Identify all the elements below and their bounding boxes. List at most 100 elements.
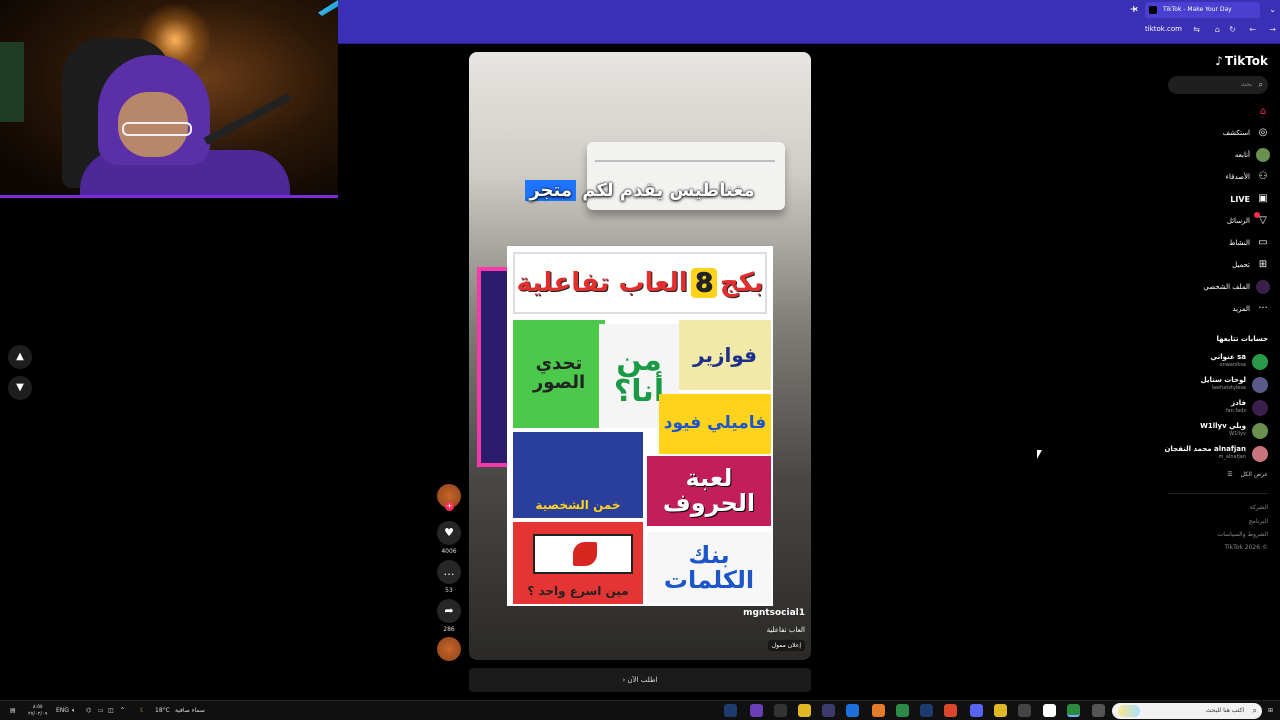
back-arrow-icon[interactable]: ← (1249, 25, 1256, 34)
reload-icon[interactable]: ↻ (1229, 25, 1236, 34)
xbox-app-icon[interactable] (774, 704, 787, 717)
avatar (1252, 423, 1268, 439)
nav-label: الملف الشخصي (1203, 283, 1250, 291)
app-icon[interactable] (944, 704, 957, 717)
account-item[interactable]: محمد النفجان alnafjan m_alnafjan (1158, 445, 1268, 463)
app-icon[interactable] (822, 704, 835, 717)
file-explorer-icon[interactable] (994, 704, 1007, 717)
next-video-button[interactable]: ▼ (8, 376, 32, 400)
app-icon[interactable] (872, 704, 885, 717)
nav-explore[interactable]: استكشف ◎ (1223, 124, 1270, 142)
steam-app-icon[interactable] (724, 704, 737, 717)
nav-profile[interactable]: الملف الشخصي (1203, 278, 1270, 296)
clock-date: ٢٧/٠٢/٠٩ (28, 711, 48, 717)
footer-link[interactable]: البرنامج (1249, 518, 1268, 525)
app-icon[interactable] (750, 704, 763, 717)
avatar (1252, 354, 1268, 370)
network-icon[interactable]: ⌬ (86, 704, 91, 718)
app-icon[interactable] (896, 704, 909, 717)
chrome-app-icon[interactable] (1067, 704, 1080, 717)
nav-friends[interactable]: الأصدقاء ⚇ (1226, 168, 1270, 186)
webcam-monitor (0, 42, 24, 122)
mouse-cursor (1037, 450, 1042, 459)
following-accounts-title: حسابات تتابعها (1216, 335, 1268, 343)
home-button-icon[interactable]: ⌂ (1215, 25, 1220, 34)
see-all-label: عرض الكل (1240, 471, 1268, 478)
moon-icon: ☾ (140, 707, 146, 714)
weather-desc[interactable]: سماء صافية (175, 704, 205, 718)
comment-button[interactable]: … 53 (436, 560, 462, 594)
account-handle: W1llyv (1229, 431, 1246, 437)
webcam-glasses (122, 122, 192, 136)
sidebar-divider (1168, 493, 1268, 494)
nav-live[interactable]: LIVE ▣ (1230, 190, 1270, 208)
notion-app-icon[interactable] (1043, 704, 1056, 717)
weather-temp[interactable]: 18°C (155, 704, 170, 718)
like-count: 4006 (441, 548, 457, 555)
poster-title: بكج 8 العاب تفاعلية (513, 252, 767, 314)
chevron-up-icon: ▲ (16, 351, 24, 362)
task-view-icon[interactable] (1092, 704, 1105, 717)
nav-upload[interactable]: تحميل ⊞ (1232, 256, 1270, 274)
tray-chevron-icon[interactable]: ^ (120, 704, 125, 718)
app-icon[interactable] (920, 704, 933, 717)
footer-link[interactable]: الشركة (1250, 504, 1268, 511)
video-username[interactable]: mgntsocial1 (645, 608, 805, 618)
nav-following[interactable]: أتابعه (1235, 146, 1270, 164)
tab-menu-chevron-icon[interactable]: ⌄ (1269, 2, 1276, 18)
footer-link[interactable]: الشروط والسياسات (1218, 531, 1268, 538)
search-placeholder: بحث (1240, 81, 1252, 88)
nav-more[interactable]: المزيد ··· (1232, 300, 1270, 318)
taskbar-search-input[interactable]: اكتب هنا للبحث ⌕ (1112, 703, 1262, 719)
battery-icon[interactable]: ▭ (98, 704, 104, 718)
avatar-icon (1256, 148, 1270, 162)
account-item[interactable]: فادز fan.fadz (1158, 399, 1268, 417)
music-disc-button[interactable] (436, 637, 462, 661)
like-button[interactable]: ♥ 4006 (436, 521, 462, 555)
creator-avatar-button[interactable]: + (436, 484, 462, 511)
follow-plus-icon[interactable]: + (445, 502, 454, 511)
share-button[interactable]: ➦ 286 (436, 599, 462, 633)
search-icon[interactable]: ⌕ (1259, 76, 1263, 94)
browser-tab[interactable]: ✕ TikTok - Make Your Day (1132, 2, 1260, 18)
nav-label: استكشف (1222, 129, 1250, 137)
air-conditioner-vent (595, 160, 775, 162)
see-all-link[interactable]: عرض الكل ☰ (1219, 471, 1268, 478)
forward-arrow-icon[interactable]: → (1269, 25, 1276, 34)
windows-taskbar: ▤ ٨:٥٥ ٢٧/٠٢/٠٩ ENG 🔈︎ ⌬ ▭ ◫ ^ ☾ 18°C سم… (0, 700, 1280, 720)
discord-app-icon[interactable] (970, 704, 983, 717)
app-icon[interactable] (846, 704, 859, 717)
live-icon: ▣ (1258, 193, 1268, 204)
account-item[interactable]: لوحات ستايل lawhatstylesa (1158, 376, 1268, 394)
tiktok-logo[interactable]: ♪ TikTok (1215, 54, 1268, 68)
app-icon[interactable] (1018, 704, 1031, 717)
order-now-button[interactable]: اطلب الآن ‹ (469, 668, 811, 692)
volume-icon[interactable]: 🔈︎ (72, 704, 76, 718)
app-icon[interactable] (798, 704, 811, 717)
tiktok-note-icon: ♪ (1215, 54, 1223, 68)
nav-messages[interactable]: الرسائل ▽ (1227, 212, 1270, 230)
profile-icon (1256, 280, 1270, 294)
nav-home[interactable]: ⌂ (1256, 103, 1270, 121)
close-tab-icon[interactable]: ✕ (1132, 2, 1139, 18)
tab-switch-icon[interactable]: ⇆ (1193, 25, 1200, 34)
start-menu-icon[interactable]: ⊞ (1268, 704, 1273, 718)
account-name: لوحات ستايل (1200, 376, 1246, 384)
display-icon[interactable]: ◫ (108, 704, 114, 718)
language-indicator[interactable]: ENG (56, 704, 69, 718)
account-item[interactable]: W1llyv وبلي W1llyv (1158, 422, 1268, 440)
url-text[interactable]: tiktok.com (1145, 25, 1182, 33)
comment-icon: … (437, 560, 461, 584)
avatar: + (437, 484, 461, 511)
search-input[interactable]: بحث ⌕ (1168, 76, 1268, 94)
nav-label: النشاط (1228, 239, 1250, 247)
notifications-icon[interactable]: ▤ (10, 704, 16, 718)
caption-rest: مغناطيس يقدم لكم (582, 180, 755, 201)
account-item[interactable]: عنواني sa onwaniksa (1158, 353, 1268, 371)
more-icon: ··· (1258, 303, 1268, 314)
video-player[interactable]: مغناطيس يقدم لكم متجر بكج 8 العاب تفاعلي… (469, 52, 811, 660)
share-count: 286 (443, 626, 455, 633)
nav-activity[interactable]: النشاط ▭ (1229, 234, 1270, 252)
previous-video-button[interactable]: ▲ (8, 345, 32, 369)
clock[interactable]: ٨:٥٥ ٢٧/٠٢/٠٩ (28, 704, 47, 718)
